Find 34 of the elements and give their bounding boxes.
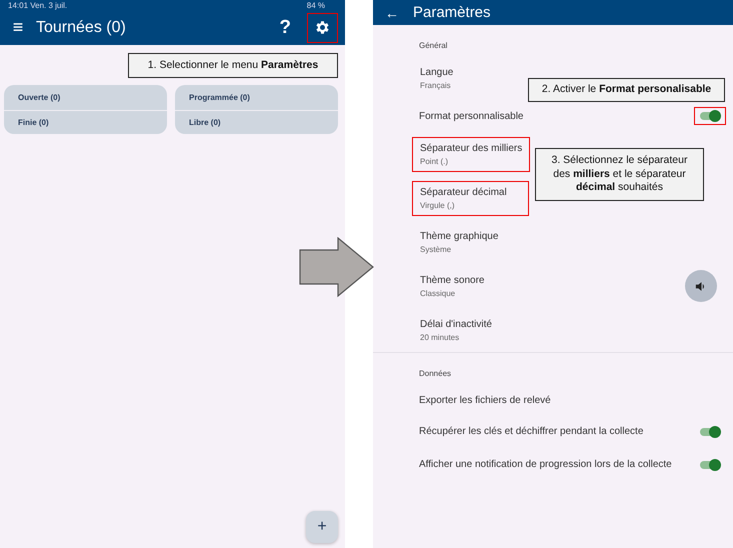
instruction-callout: 2. Activer le Format personalisable: [528, 78, 725, 102]
setting-item[interactable]: Langue Français: [412, 60, 529, 96]
status-filter[interactable]: Ouverte (0): [4, 85, 167, 110]
toggle-switch[interactable]: [699, 110, 721, 122]
arrow-icon: [299, 237, 375, 298]
setting-label: Format personnalisable: [419, 110, 524, 122]
screen-title: Tournées (0): [36, 18, 127, 36]
status-filter[interactable]: Finie (0): [4, 110, 167, 134]
toggle-switch[interactable]: [699, 426, 721, 438]
instruction-callout: 3. Sélectionnez le séparateur des milliers et le séparateur décimal souhaités: [535, 148, 704, 201]
toggle-switch[interactable]: [699, 458, 721, 470]
setting-item[interactable]: Thème sonore Classique: [412, 268, 529, 304]
setting-item[interactable]: Délai d'inactivité 20 minutes: [412, 312, 529, 348]
setting-label: Afficher une notification de progression lors de la collecte: [419, 459, 673, 470]
setting-action[interactable]: Exporter les fichiers de relevé: [419, 394, 721, 406]
menu-button[interactable]: ≡: [10, 17, 26, 38]
battery-level: 84 %: [306, 0, 325, 10]
settings-icon: [314, 19, 331, 36]
setting-item[interactable]: Séparateur des milliers Point (.): [412, 136, 530, 172]
instruction-callout: 1. Selectionner le menu Paramètres: [128, 53, 338, 78]
help-button[interactable]: ?: [273, 16, 297, 38]
settings-button[interactable]: [307, 12, 338, 42]
section-title: Général: [418, 40, 448, 52]
add-button[interactable]: +: [306, 511, 338, 543]
status-time: 14:01 Ven. 3 juil.: [8, 0, 68, 10]
setting-label: Récupérer les clés et déchiffrer pendant la collecte: [419, 426, 644, 437]
section-title: Données: [418, 368, 452, 380]
back-button[interactable]: ←: [385, 4, 399, 20]
setting-item[interactable]: Thème graphique Système: [412, 224, 529, 260]
screen-title: Paramètres: [413, 4, 491, 21]
status-filter[interactable]: Libre (0): [175, 110, 338, 134]
status-filter[interactable]: Programmée (0): [175, 85, 338, 110]
sound-button[interactable]: [685, 270, 717, 302]
setting-item[interactable]: Séparateur décimal Virgule (,): [412, 180, 529, 216]
